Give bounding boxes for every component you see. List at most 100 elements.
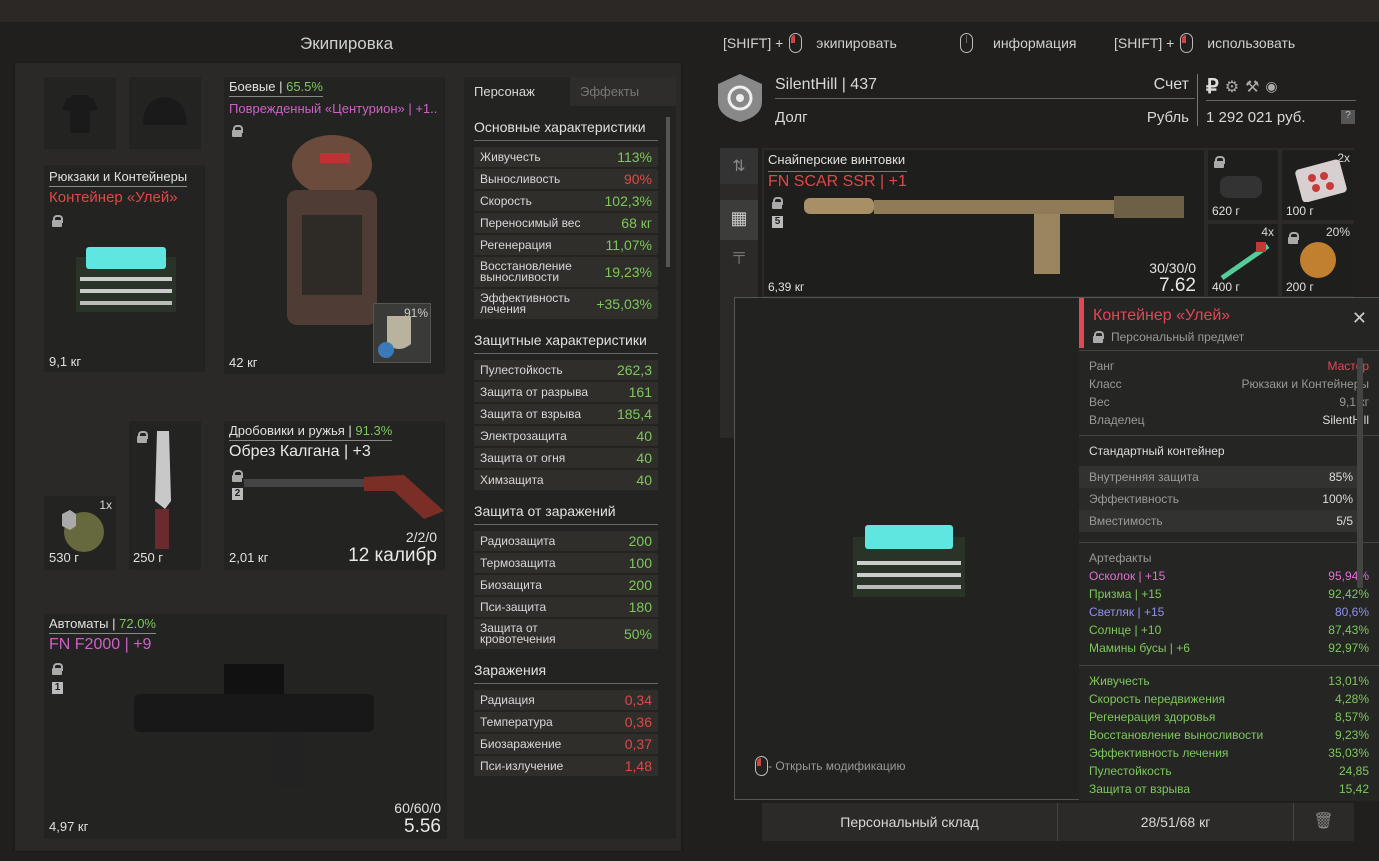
bonus-row: Живучесть 13,01% [1089,674,1369,688]
lock-icon [1214,156,1225,168]
stat-row: Термозащита 100 [474,553,658,573]
stat-row: Радиозащита 200 [474,531,658,551]
shotgun-slot[interactable]: Дробовики и ружья | 91.3% Обрез Калгана … [224,421,445,570]
mouse-icon [960,33,973,53]
stat-row: Переносимый вес 68 кг [474,213,658,233]
stat-row: Восстановление выносливости 19,23% [474,257,658,287]
player-name: SilentHill | 437 [775,76,877,93]
tab-effects[interactable]: Эффекты [570,77,676,106]
artifact-item[interactable]: 20% 200 г [1282,224,1354,296]
container-type: Стандартный контейнер [1079,435,1379,466]
storage-weight: 28/51/68 кг [1140,814,1211,830]
stat-row: Биозащита 200 [474,575,658,595]
stat-row: Химзащита 40 [474,470,658,490]
stat-row: Пулестойкость 262,3 [474,360,658,380]
helmet-slot[interactable] [129,77,201,149]
modification-hint: - Открыть модификацию [768,759,906,773]
rank-badge-icon [714,72,766,124]
ruble-icon[interactable]: ₽ [1206,74,1219,99]
lock-icon [232,125,243,137]
hint-use: [SHIFT] + использовать [1114,33,1296,53]
pills-item[interactable]: 2x 100 г [1282,150,1354,220]
stat-row: Температура 0,36 [474,712,658,732]
lock-icon [52,663,63,675]
container-stat: Вместимость 5/5 [1079,510,1363,532]
stat-row: Регенерация 11,07% [474,235,658,255]
section-title: Защитные характеристики [474,327,658,354]
artifact-row: Светляк | +15 80,6% [1089,605,1369,619]
stat-row: Пси-излучение 1,48 [474,756,658,776]
tab-character[interactable]: Персонаж [464,77,570,106]
weapon-filter-icon[interactable]: ╤ [720,240,758,274]
rifle-slot[interactable]: Автоматы | 72.0% FN F2000 | +9 1 60/60/0… [44,614,447,839]
info-row: Класс Рюкзаки и Контейнеры [1089,377,1369,391]
grid-view-icon[interactable]: ▦ [720,200,758,240]
scrollbar[interactable] [666,117,670,267]
storage-button[interactable]: Персональный склад [762,803,1058,841]
artifact-row: Призма | +15 92,42% [1089,587,1369,601]
help-icon[interactable]: ? [1341,110,1355,124]
lock-icon [137,431,148,443]
stat-row: Радиация 0,34 [474,690,658,710]
artifact-row: Мамины бусы | +6 92,97% [1089,641,1369,655]
stat-row: Живучесть 113% [474,147,658,167]
syringe-item[interactable]: 4x 400 г [1208,224,1278,296]
debt-label: Долг [775,109,808,126]
sort-icon[interactable]: ⇅ [720,148,758,184]
stat-row: Выносливость 90% [474,169,658,189]
artifacts-title: Артефакты [1089,551,1152,565]
bonus-row: Скорость передвижения 4,28% [1089,692,1369,706]
armor-slot[interactable]: Боевые | 65.5% Поврежденный «Центурион» … [224,77,445,374]
hint-equip: [SHIFT] + экипировать [723,33,897,53]
stat-row: Защита от разрыва 161 [474,382,658,402]
info-row: Ранг Мастер [1089,359,1369,373]
lock-icon [52,215,63,227]
stat-row: Скорость 102,3% [474,191,658,211]
popup-title: Контейнер «Улей» [1093,307,1231,324]
mouse-icon [789,33,803,53]
mouse-icon [755,756,768,776]
bonus-row: Эффективность лечения 35,03% [1089,746,1369,760]
scope-item[interactable]: 620 г [1208,150,1278,220]
tools-icon[interactable]: ⚒ [1245,77,1259,97]
section-title: Защита от заражений [474,498,658,525]
stat-row: Биозаражение 0,37 [474,734,658,754]
page-title: Экипировка [300,34,394,53]
container-stat: Внутренняя защита 85% [1079,466,1363,488]
knife-slot[interactable]: 250 г [129,421,201,570]
info-row: Владелец SilentHill [1089,413,1369,427]
bonus-row: Защита от взрыва 15,42 [1089,782,1369,796]
stat-row: Пси-защита 180 [474,597,658,617]
gear-icon[interactable]: ⚙ [1225,77,1239,97]
section-title: Заражения [474,657,658,684]
stat-row: Защита от огня 40 [474,448,658,468]
shirt-slot[interactable] [44,77,116,149]
money: 1 292 021 руб. [1206,109,1306,126]
pentagon-icon [378,342,394,358]
account-label: Счет [1153,76,1189,93]
artifact-row: Осколок | +15 95,94% [1089,569,1369,583]
stat-row: Электрозащита 40 [474,426,658,446]
close-icon[interactable]: ✕ [1352,308,1367,329]
armor-plate-slot: 91% [373,303,431,363]
sniper-slot[interactable]: Снайперские винтовки FN SCAR SSR | +1 5 … [764,150,1204,296]
mouse-icon [1180,33,1194,53]
container-stat: Эффективность 100% [1079,488,1363,510]
stat-row: Защита от кровотечения 50% [474,619,658,649]
currency-label: Рубль [1146,109,1189,126]
lock-icon [772,197,783,209]
bonus-row: Регенерация здоровья 8,57% [1089,710,1369,724]
trash-icon[interactable]: 🗑 [1293,803,1353,841]
info-row: Вес 9,1 кг [1089,395,1369,409]
backpack-slot[interactable]: Рюкзаки и Контейнеры Контейнер «Улей» 9,… [44,165,205,372]
popup-scrollbar[interactable] [1357,358,1363,588]
stats-panel: Персонаж Эффекты Основные характеристики… [464,77,676,839]
artifact-row: Солнце | +10 87,43% [1089,623,1369,637]
lock-icon [232,470,243,482]
compass-icon[interactable]: ◉ [1265,78,1277,95]
bonus-row: Восстановление выносливости 9,23% [1089,728,1369,742]
item-info-popup: - Открыть модификацию Контейнер «Улей» П… [734,297,1379,801]
lock-icon [1093,331,1104,343]
grenade-slot[interactable]: 1x 530 г [44,496,116,570]
bonus-row: Пулестойкость 24,85 [1089,764,1369,778]
